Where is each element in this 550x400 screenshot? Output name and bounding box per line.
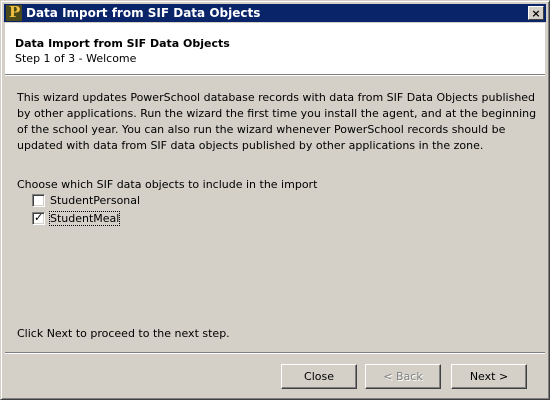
back-button[interactable]: < Back [365, 364, 441, 389]
checkbox-row-studentmeal[interactable]: ✓ StudentMeal [32, 211, 121, 226]
studentmeal-checkbox[interactable]: ✓ [32, 211, 45, 225]
close-button[interactable]: Close [281, 364, 357, 389]
wizard-description: This wizard updates PowerSchool database… [17, 91, 537, 152]
next-button[interactable]: Next > [451, 364, 527, 389]
objects-label: Choose which SIF data objects to include… [17, 178, 318, 191]
checkmark-icon: ✓ [34, 211, 44, 224]
close-icon[interactable]: × [528, 6, 544, 20]
window-title: Data Import from SIF Data Objects [26, 6, 261, 20]
title-bar[interactable]: P Data Import from SIF Data Objects × [4, 4, 546, 22]
wizard-title: Data Import from SIF Data Objects [15, 37, 230, 50]
powerschool-p-icon: P [6, 4, 22, 21]
wizard-header: Data Import from SIF Data Objects Step 1… [5, 23, 545, 74]
studentpersonal-checkbox[interactable] [32, 194, 45, 207]
wizard-window: P Data Import from SIF Data Objects × Da… [0, 0, 550, 400]
studentmeal-label[interactable]: StudentMeal [48, 211, 121, 226]
wizard-step-subtitle: Step 1 of 3 - Welcome [15, 52, 137, 65]
checkbox-row-studentpersonal[interactable]: StudentPersonal [32, 194, 140, 207]
header-divider [5, 74, 545, 76]
footer-divider [5, 352, 545, 354]
studentpersonal-label[interactable]: StudentPersonal [50, 194, 140, 207]
footer-instruction: Click Next to proceed to the next step. [17, 327, 230, 340]
